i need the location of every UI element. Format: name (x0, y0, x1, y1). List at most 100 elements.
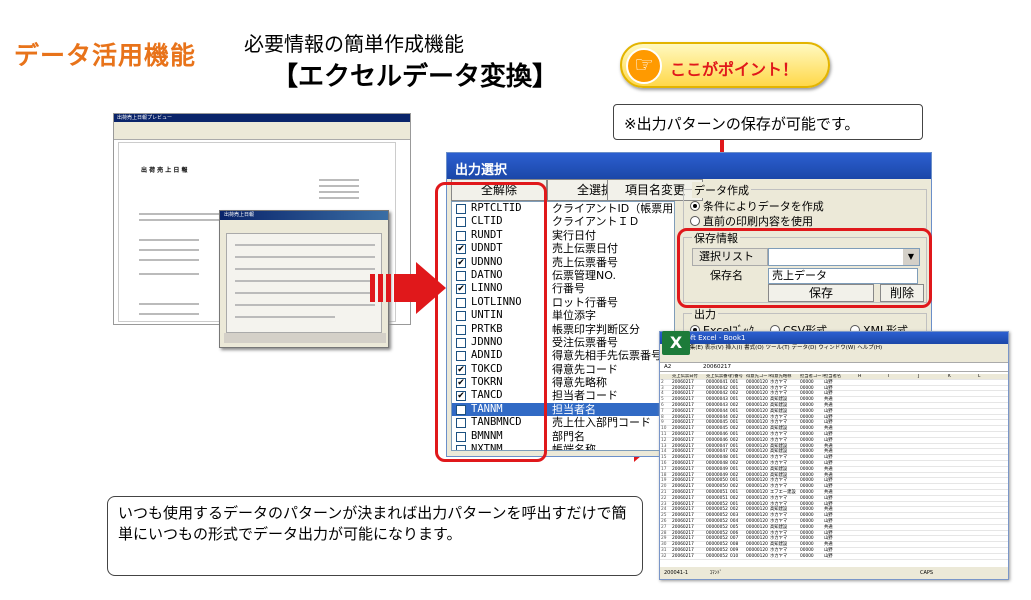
excel-cell[interactable]: 00000 (800, 397, 814, 403)
excel-cell[interactable]: 00000120 (746, 426, 768, 432)
excel-cell[interactable]: ホカヤマ (770, 554, 787, 560)
excel-cell[interactable]: 山野 (824, 455, 833, 461)
excel-cell[interactable]: 高知建設 (770, 542, 787, 548)
excel-cell[interactable]: 00000120 (746, 554, 768, 560)
excel-cell[interactable]: 20060217 (672, 548, 694, 554)
excel-cell[interactable]: 20060217 (672, 461, 694, 467)
excel-cell[interactable]: 20060217 (672, 513, 694, 519)
excel-cell[interactable]: 00000 (800, 432, 814, 438)
excel-cell[interactable]: 00000120 (746, 513, 768, 519)
excel-cell[interactable]: 00000049 (706, 467, 728, 473)
excel-cell[interactable]: 20060217 (672, 490, 694, 496)
excel-cell[interactable]: 20060217 (672, 525, 694, 531)
excel-cell[interactable]: 山野 (824, 484, 833, 490)
excel-cell[interactable]: 20060217 (672, 409, 694, 415)
excel-cell[interactable]: 002 (730, 426, 738, 432)
excel-cell[interactable]: 00000120 (746, 380, 768, 386)
excel-cell[interactable]: ホカヤマ (770, 496, 787, 502)
excel-cell[interactable]: 00000120 (746, 461, 768, 467)
excel-cell[interactable]: 山野 (824, 548, 833, 554)
excel-cell[interactable]: 001 (730, 490, 738, 496)
excel-cell[interactable]: 00000120 (746, 548, 768, 554)
excel-cell[interactable]: 00000120 (746, 438, 768, 444)
excel-cell[interactable]: 002 (730, 438, 738, 444)
excel-cell[interactable]: 002 (730, 496, 738, 502)
excel-cell[interactable]: 010 (730, 554, 738, 560)
excel-cell[interactable]: 00000120 (746, 467, 768, 473)
excel-cell[interactable]: 00000120 (746, 490, 768, 496)
excel-cell[interactable]: 00000 (800, 380, 814, 386)
excel-cell[interactable]: 001 (730, 409, 738, 415)
excel-cell[interactable]: 00000043 (706, 397, 728, 403)
excel-cell[interactable]: 共通 (824, 525, 833, 531)
excel-cell[interactable]: 山野 (824, 513, 833, 519)
excel-cell[interactable]: ホカヤマ (770, 519, 787, 525)
excel-cell[interactable]: 00000 (800, 554, 814, 560)
excel-cell[interactable]: ホカヤマ (770, 432, 787, 438)
excel-cell[interactable]: 008 (730, 542, 738, 548)
excel-cell[interactable]: 山野 (824, 438, 833, 444)
radio-use-last-print[interactable]: 直前の印刷内容を使用 (690, 213, 813, 229)
excel-cell[interactable]: ホカヤマ (770, 484, 787, 490)
excel-cell[interactable]: 001 (730, 432, 738, 438)
excel-cell[interactable]: 00000048 (706, 455, 728, 461)
excel-row[interactable]: 32 20060217 00000052 010 00000120 ホカヤマ 00000 山野 (660, 554, 1008, 560)
excel-cell[interactable]: 00000 (800, 513, 814, 519)
excel-cell[interactable]: 00000 (800, 490, 814, 496)
excel-cell[interactable]: 00000052 (706, 542, 728, 548)
excel-cell[interactable]: 20060217 (672, 455, 694, 461)
excel-cell[interactable]: 高知建設 (770, 426, 787, 432)
excel-cell[interactable]: エフエー建設 (770, 490, 796, 496)
excel-cell[interactable]: 山野 (824, 409, 833, 415)
excel-cell[interactable]: 20060217 (672, 542, 694, 548)
excel-cell[interactable]: 001 (730, 455, 738, 461)
excel-cell[interactable]: 00000 (800, 525, 814, 531)
excel-cell[interactable]: 001 (730, 397, 738, 403)
excel-cell[interactable]: 00000 (800, 542, 814, 548)
excel-cell[interactable]: 高知建設 (770, 525, 787, 531)
excel-cell[interactable]: ホカヤマ (770, 548, 787, 554)
excel-cell[interactable]: 001 (730, 467, 738, 473)
excel-cell[interactable]: 002 (730, 403, 738, 409)
excel-cell[interactable]: 共通 (824, 397, 833, 403)
excel-cell[interactable]: 00000 (800, 496, 814, 502)
excel-cell[interactable]: 20060217 (672, 496, 694, 502)
excel-cell[interactable]: 山野 (824, 432, 833, 438)
excel-cell[interactable]: 00000 (800, 455, 814, 461)
excel-cell[interactable]: 002 (730, 484, 738, 490)
excel-cell[interactable]: 00000052 (706, 554, 728, 560)
excel-cell[interactable]: 00000051 (706, 490, 728, 496)
excel-cell[interactable]: 00000120 (746, 432, 768, 438)
excel-cell[interactable]: 共通 (824, 426, 833, 432)
excel-cell[interactable]: 00000043 (706, 403, 728, 409)
excel-cell[interactable]: 20060217 (672, 403, 694, 409)
excel-cell[interactable]: 00000 (800, 403, 814, 409)
excel-cell[interactable]: 00000120 (746, 542, 768, 548)
excel-cell[interactable]: 20060217 (672, 467, 694, 473)
excel-cell[interactable]: 00000048 (706, 461, 728, 467)
excel-cell[interactable]: 005 (730, 525, 738, 531)
excel-cell[interactable]: 00000120 (746, 409, 768, 415)
excel-cell[interactable]: 共通 (824, 467, 833, 473)
excel-cell[interactable]: 00000046 (706, 438, 728, 444)
excel-cell[interactable]: 20060217 (672, 554, 694, 560)
excel-cell[interactable]: 00000 (800, 519, 814, 525)
excel-cell[interactable]: ホカヤマ (770, 380, 787, 386)
excel-cell[interactable]: 00000050 (706, 484, 728, 490)
excel-sheet-tab[interactable]: 200041-1 (664, 570, 688, 576)
excel-cell[interactable]: 00000 (800, 461, 814, 467)
excel-cell[interactable]: 00000052 (706, 525, 728, 531)
excel-cell[interactable]: 高知建設 (770, 409, 787, 415)
excel-cell[interactable]: 山野 (824, 554, 833, 560)
excel-cell[interactable]: 高知建設 (770, 403, 787, 409)
excel-cell[interactable]: 00000051 (706, 496, 728, 502)
excel-cell[interactable]: 00000 (800, 438, 814, 444)
excel-cell[interactable]: 00000 (800, 467, 814, 473)
excel-cell[interactable]: 00000 (800, 409, 814, 415)
excel-cell[interactable]: 00000120 (746, 403, 768, 409)
excel-cell[interactable]: 00000120 (746, 519, 768, 525)
excel-cell[interactable]: 00000 (800, 426, 814, 432)
excel-cell[interactable]: 20060217 (672, 397, 694, 403)
excel-cell[interactable]: 00000 (800, 548, 814, 554)
excel-cell[interactable]: 共通 (824, 542, 833, 548)
